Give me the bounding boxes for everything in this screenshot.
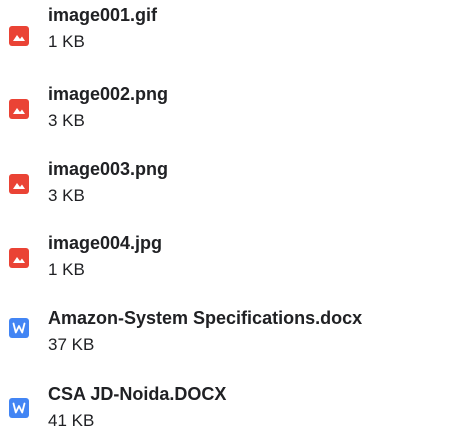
attachment-size: 1 KB (48, 32, 85, 51)
attachment-item[interactable]: image002.png 3 KB (0, 83, 457, 145)
attachment-name: CSA JD-Noida.DOCX (48, 384, 227, 404)
word-doc-icon (9, 318, 29, 338)
attachment-item[interactable]: Amazon-System Specifications.docx 37 KB (0, 307, 457, 369)
attachment-name: image004.jpg (48, 233, 163, 253)
attachment-size: 3 KB (48, 111, 85, 130)
attachment-size: 3 KB (48, 186, 85, 205)
attachment-size: 37 KB (48, 335, 95, 354)
attachment-list: image001.gif 1 KB image002.png 3 KB imag… (0, 0, 457, 436)
attachment-name: Amazon-System Specifications.docx (48, 308, 363, 328)
attachment-item[interactable]: image001.gif 1 KB (0, 4, 457, 66)
attachment-size: 41 KB (48, 411, 95, 430)
attachment-name: image001.gif (48, 5, 158, 25)
attachment-name: image002.png (48, 84, 169, 104)
image-file-icon (9, 248, 29, 268)
image-file-icon (9, 174, 29, 194)
attachment-size: 1 KB (48, 260, 85, 279)
attachment-item[interactable]: image004.jpg 1 KB (0, 232, 457, 294)
image-file-icon (9, 26, 29, 46)
attachment-item[interactable]: image003.png 3 KB (0, 158, 457, 220)
attachment-name: image003.png (48, 159, 169, 179)
word-doc-icon (9, 398, 29, 418)
image-file-icon (9, 99, 29, 119)
